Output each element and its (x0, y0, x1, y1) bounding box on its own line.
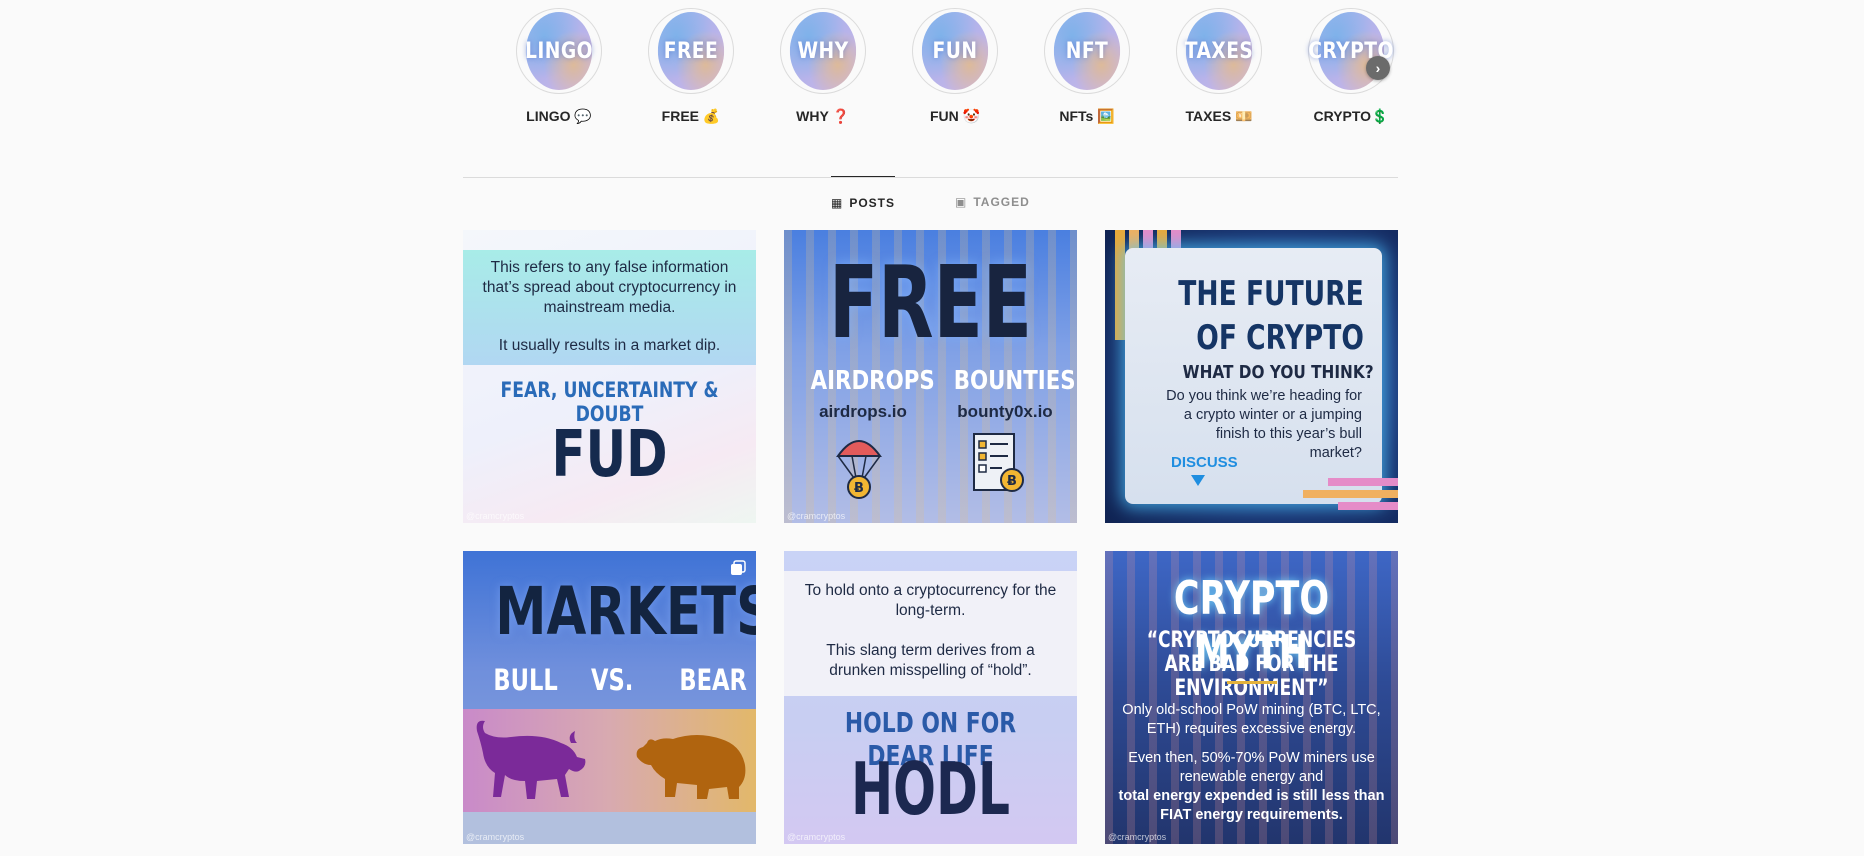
highlight-cover: FUN (921, 12, 989, 90)
bear-icon (636, 735, 746, 799)
post-crypto-myth[interactable]: CRYPTO MYTH “CRYPTOCURRENCIES ARE BAD FO… (1105, 551, 1398, 844)
carousel-icon (731, 560, 746, 575)
highlight-ring: TAXES (1176, 8, 1262, 94)
post-body-1: Only old-school PoW mining (BTC, LTC, ET… (1122, 702, 1381, 737)
tab-label: POSTS (849, 195, 896, 210)
post-quote: “CRYPTOCURRENCIES ARE BAD FOR THE ENVIRO… (1146, 628, 1357, 701)
decor-stripe (1115, 230, 1125, 340)
post-hodl[interactable]: To hold onto a cryptocurrency for the lo… (784, 551, 1077, 844)
highlight-cover: FREE (657, 12, 725, 90)
post-watermark: @cramcryptos (787, 832, 846, 842)
highlight-nfts[interactable]: NFT NFTs 🖼️ (1032, 8, 1142, 125)
post-title: HODL (851, 747, 1010, 831)
tab-posts[interactable]: ▦ POSTS (831, 176, 895, 228)
svg-text:Ƀ: Ƀ (1007, 474, 1017, 489)
highlight-ring: FREE (648, 8, 734, 94)
bull-icon (476, 720, 586, 799)
vs-label: VS. (590, 663, 634, 697)
bounties-url: bounty0x.io (957, 402, 1053, 421)
post-title: FUD (551, 418, 668, 492)
post-future-of-crypto[interactable]: THE FUTURE OF CRYPTO WHAT DO YOU THINK? … (1105, 230, 1398, 523)
post-body-2: Even then, 50%-70% PoW miners use renewa… (1128, 750, 1375, 785)
tab-label: TAGGED (973, 195, 1030, 209)
chevron-right-icon[interactable]: › (1366, 56, 1390, 80)
post-definition: This refers to any false information tha… (482, 259, 737, 316)
highlight-fun[interactable]: FUN FUN 🤡 (900, 8, 1010, 125)
airdrops-url: airdrops.io (819, 402, 907, 421)
highlight-label: FUN 🤡 (929, 108, 981, 124)
highlight-why[interactable]: WHY WHY ❓ (768, 8, 878, 125)
highlight-lingo[interactable]: LINGO LINGO 💬 (504, 8, 614, 125)
parachute-bitcoin-icon: Ƀ (836, 440, 882, 499)
tabs-divider (463, 177, 1398, 178)
tagged-user-icon: ▣ (955, 195, 968, 209)
post-definition: To hold onto a cryptocurrency for the lo… (798, 581, 1063, 681)
discuss-label: DISCUSS (1171, 454, 1238, 471)
highlight-cover: TAXES (1185, 12, 1253, 90)
story-highlights: LINGO LINGO 💬 FREE FREE 💰 WHY WHY ❓ FUN … (504, 8, 1400, 128)
decor-stair (1303, 490, 1398, 498)
post-watermark: @cramcryptos (466, 511, 525, 521)
highlight-label: TAXES 💴 (1185, 108, 1253, 124)
bear-label: BEAR (679, 663, 747, 697)
grid-icon: ▦ (831, 195, 844, 210)
decor-stair (1338, 502, 1398, 510)
post-watermark: @cramcryptos (787, 511, 846, 521)
post-title-line2: OF CRYPTO (1196, 318, 1364, 358)
highlight-label: NFTs 🖼️ (1059, 108, 1115, 124)
divider-bar (1227, 681, 1277, 684)
definition-line2: This slang term derives from a drunken m… (826, 642, 1035, 679)
post-free[interactable]: FREE AIRDROPS BOUNTIES airdrops.io bount… (784, 230, 1077, 523)
tab-tagged[interactable]: ▣ TAGGED (955, 176, 1030, 228)
post-note: It usually results in a market dip. (498, 337, 721, 354)
post-markets[interactable]: MARKETS BULL VS. BEAR @cramcryptos (463, 551, 756, 844)
checklist-bitcoin-icon: Ƀ (973, 433, 1024, 492)
highlight-taxes[interactable]: TAXES TAXES 💴 (1164, 8, 1274, 125)
definition-line1: To hold onto a cryptocurrency for the lo… (804, 582, 1057, 619)
highlight-label: LINGO 💬 (526, 108, 592, 124)
highlight-free[interactable]: FREE FREE 💰 (636, 8, 746, 125)
highlight-cover: WHY (789, 12, 857, 90)
bounties-label: BOUNTIES (953, 366, 1076, 396)
highlight-cover: NFT (1053, 12, 1121, 90)
highlight-ring: NFT (1044, 8, 1130, 94)
post-question: WHAT DO YOU THINK? (1183, 362, 1374, 383)
highlight-label: CRYPTO💲 (1313, 108, 1389, 124)
highlight-ring: WHY (780, 8, 866, 94)
highlight-cover: LINGO (525, 12, 593, 90)
airdrops-label: AIRDROPS (810, 366, 935, 396)
post-watermark: @cramcryptos (466, 832, 525, 842)
post-title: MARKETS (495, 573, 756, 650)
highlight-ring: FUN (912, 8, 998, 94)
highlight-label: WHY ❓ (796, 108, 850, 124)
highlight-label: FREE 💰 (661, 108, 721, 124)
post-title: FREE (829, 244, 1032, 361)
svg-text:Ƀ: Ƀ (854, 481, 864, 496)
post-body: Do you think we’re heading for a crypto … (1166, 388, 1362, 461)
post-title-line1: THE FUTURE (1178, 274, 1364, 314)
post-fud[interactable]: This refers to any false information tha… (463, 230, 756, 523)
post-body-3: total energy expended is still less than… (1118, 788, 1385, 823)
decor-stair (1328, 478, 1398, 486)
highlight-ring: CRYPTO (1308, 8, 1394, 94)
triangle-down-icon (1191, 475, 1205, 486)
bull-label: BULL (493, 663, 558, 697)
highlight-ring: LINGO (516, 8, 602, 94)
post-watermark: @cramcryptos (1108, 832, 1167, 842)
